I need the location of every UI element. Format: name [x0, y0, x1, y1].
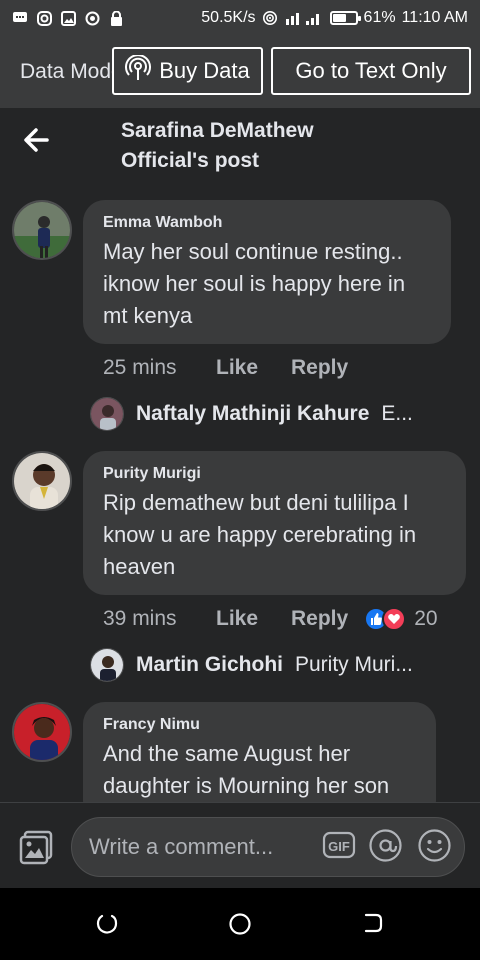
reply-snippet: Purity Muri...: [295, 653, 413, 676]
heart-icon: [382, 607, 407, 631]
notification-icons: [12, 10, 124, 26]
reply-button[interactable]: Reply: [291, 356, 348, 380]
lock-icon: [108, 10, 124, 26]
text-only-button[interactable]: Go to Text Only: [271, 47, 471, 95]
back-arrow-icon[interactable]: [22, 126, 50, 154]
photo-icon[interactable]: [18, 829, 54, 865]
comment-composer: Write a comment...: [0, 802, 480, 888]
message-icon: [12, 10, 28, 26]
avatar[interactable]: [12, 451, 72, 511]
comment-meta: 25 mins Like Reply: [103, 356, 348, 380]
recent-apps-icon[interactable]: [96, 912, 118, 939]
network-speed: 50.5K/s: [201, 9, 256, 26]
like-button[interactable]: Like: [216, 607, 291, 631]
page-title: Sarafina DeMathew Official's post: [121, 116, 401, 176]
reply-preview[interactable]: Martin Gichohi Purity Muri...: [90, 648, 413, 682]
signal-icon: [284, 10, 324, 26]
comment-line: iknow her soul is happy here in: [103, 271, 406, 296]
back-nav-icon[interactable]: [362, 912, 384, 939]
data-mode-label: Data Mode: [20, 60, 112, 83]
comment-line: May her soul continue resting..: [103, 239, 403, 264]
hotspot-icon: [262, 10, 278, 26]
avatar[interactable]: [12, 200, 72, 260]
reply-author: Martin Gichohi: [136, 653, 283, 676]
comment-text: May her soul continue resting.. iknow he…: [103, 236, 431, 332]
comment-line: mt kenya: [103, 303, 193, 328]
comment-placeholder: Write a comment...: [89, 834, 274, 859]
reply-avatar: [90, 648, 124, 682]
avatar[interactable]: [12, 702, 72, 762]
comment-line: Rip demathew but deni tulilipa I: [103, 490, 409, 515]
gif-icon[interactable]: GIF: [322, 830, 356, 860]
comment-author[interactable]: Francy Nimu: [103, 714, 416, 736]
reply-avatar: [90, 397, 124, 431]
text-only-label: Go to Text Only: [295, 58, 447, 83]
comment-input[interactable]: Write a comment...: [71, 817, 465, 877]
comments-list[interactable]: Emma Wamboh May her soul continue restin…: [0, 184, 480, 802]
page-title-line2: Official's post: [121, 149, 260, 172]
battery-icon: [329, 11, 361, 25]
battery-percent: 61%: [363, 9, 396, 26]
like-button[interactable]: Like: [216, 356, 291, 380]
reply-snippet: E...: [381, 402, 413, 425]
comment-line: daughter is Mourning her son: [103, 773, 390, 798]
comment-time: 39 mins: [103, 607, 177, 630]
comment-author[interactable]: Purity Murigi: [103, 463, 446, 485]
comment-bubble[interactable]: Purity Murigi Rip demathew but deni tuli…: [83, 451, 466, 595]
status-bar: 50.5K/s 61% 11:10 AM: [0, 0, 480, 36]
comment-author[interactable]: Emma Wamboh: [103, 212, 431, 234]
buy-data-button[interactable]: Buy Data: [112, 47, 263, 95]
clock: 11:10 AM: [401, 9, 468, 26]
system-nav-bar: [0, 888, 480, 960]
buy-data-label: Buy Data: [159, 58, 250, 83]
comment-meta: 39 mins Like Reply 20: [103, 607, 438, 631]
comment-bubble[interactable]: Emma Wamboh May her soul continue restin…: [83, 200, 451, 344]
reply-button[interactable]: Reply: [291, 607, 348, 631]
comment-text: Rip demathew but deni tulilipa I know u …: [103, 487, 446, 583]
comment-time: 25 mins: [103, 356, 177, 379]
svg-text:GIF: GIF: [328, 839, 350, 854]
reply-author: Naftaly Mathinji Kahure: [136, 402, 370, 425]
comment-bubble[interactable]: Francy Nimu And the same August her daug…: [83, 702, 436, 802]
mention-icon[interactable]: [369, 829, 402, 862]
comment-text: And the same August her daughter is Mour…: [103, 738, 416, 802]
instagram-icon: [36, 10, 52, 26]
post-header: Sarafina DeMathew Official's post: [0, 108, 480, 184]
data-mode-bar: Data Mode Buy Data Go to Text Only: [0, 36, 480, 108]
reaction-count: 20: [414, 607, 438, 630]
comment-line: And the same August her: [103, 741, 351, 766]
page-title-line1: Sarafina DeMathew: [121, 119, 314, 142]
broadcast-icon: [125, 54, 152, 87]
system-indicators: 50.5K/s 61% 11:10 AM: [201, 9, 468, 27]
reply-preview[interactable]: Naftaly Mathinji Kahure E...: [90, 397, 413, 431]
reaction-summary[interactable]: 20: [364, 607, 438, 631]
comment-line: heaven: [103, 554, 176, 579]
home-icon[interactable]: [228, 912, 252, 941]
comment-line: know u are happy cerebrating in: [103, 522, 417, 547]
emoji-icon[interactable]: [418, 829, 451, 862]
record-icon: [84, 10, 100, 26]
gallery-icon: [60, 10, 76, 26]
